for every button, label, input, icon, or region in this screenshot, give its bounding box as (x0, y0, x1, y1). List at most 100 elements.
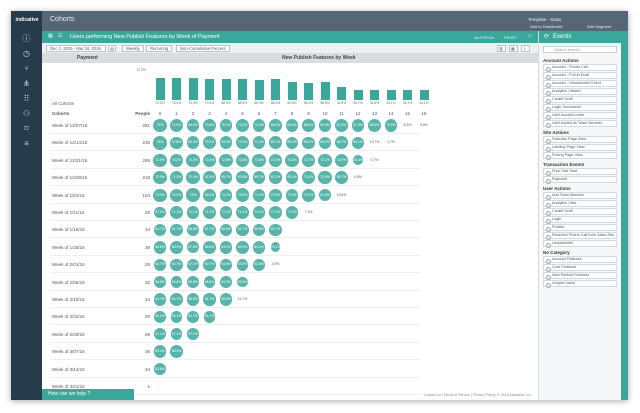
cohort-cell-value: - (159, 384, 161, 388)
sidebar: indicative ⓘ ◷ ⑂ ⋔ ⠿ ⚇ ⌑ ≡ (11, 11, 42, 400)
event-item[interactable]: Analytics Viewed (543, 88, 617, 96)
events-search-input[interactable]: Search events (543, 46, 617, 53)
summary-bar (370, 89, 379, 100)
cohort-bubble-value: 70.5% (386, 123, 396, 127)
event-item[interactable]: Account - Unsubscribe Event (543, 80, 617, 88)
event-item[interactable]: Login Successful (543, 104, 617, 112)
cohort-bubble-value: 60.7% (155, 262, 165, 267)
cohort-bubble-value: 72.4% (303, 175, 314, 180)
cohort-row-people: 34 (144, 227, 150, 233)
cohort-bubble-value: 69.0% (270, 123, 281, 127)
cohort-cell-value: 7.1% (304, 210, 313, 214)
summary-bar (221, 79, 231, 100)
autorun-toggle[interactable]: AUTORUN (474, 35, 494, 40)
cohort-bubble-value: 51.7% (188, 314, 198, 319)
cohort-bubble-value: 68.2% (320, 140, 330, 145)
grid-icon[interactable]: ▦ (48, 33, 53, 39)
summary-bar (238, 79, 247, 100)
cohort-bubble-value: 73.2% (287, 157, 297, 162)
week-column-header: 6 (257, 111, 261, 116)
event-item[interactable]: Free Trial Start (543, 168, 617, 176)
clock-icon[interactable]: ◷ (20, 48, 33, 60)
summary-bar (172, 77, 181, 100)
event-item[interactable]: Core Features (543, 264, 617, 272)
cohort-bubble-value: 70.2% (171, 157, 182, 162)
table-type-icon[interactable]: ▦ (509, 45, 518, 52)
week-column-header: 2 (191, 111, 195, 116)
add-to-dashboard[interactable]: Add to Dashboard (530, 24, 562, 29)
cohort-bubble-value: 60.7% (204, 262, 215, 267)
week-column-header: 1 (175, 111, 178, 116)
cohort-bubble-value: 68.2% (303, 140, 314, 145)
reset-button[interactable]: RESET (504, 35, 517, 40)
cohort-row-people: 30 (144, 279, 150, 285)
summary-bar-value: 73.4% (188, 101, 198, 105)
event-item[interactable]: Unique Users (543, 280, 617, 288)
cohort-bubble-value: 73.8% (254, 157, 264, 162)
interval-select[interactable]: Weekly (122, 45, 144, 52)
flow-icon[interactable]: ⋔ (20, 78, 33, 90)
collapse-icon[interactable]: ▭ (528, 33, 533, 39)
cohort-bubble-value: 78% (156, 140, 164, 145)
funnel-icon[interactable]: ⑂ (20, 63, 33, 75)
events-section-title: Transaction Events (543, 162, 585, 167)
event-item[interactable]: Publish (543, 224, 617, 232)
cohort-bubble-value: 57.1% (188, 331, 198, 336)
event-item[interactable]: Account Features (543, 256, 617, 264)
info-icon[interactable]: ⓘ (20, 33, 33, 45)
event-item[interactable]: Account - Pull-in Draft (543, 72, 617, 80)
week-column-header: 13 (371, 111, 377, 116)
event-item[interactable]: Unsubscribe (543, 240, 617, 248)
event-item[interactable]: User Added as Team Member (543, 120, 617, 128)
event-item[interactable]: Payment (543, 176, 617, 184)
cohort-row-people: 28 (144, 210, 150, 215)
event-item[interactable]: Pricing Page View (543, 152, 617, 160)
event-item[interactable]: Landing Page View (543, 144, 617, 152)
chart-type-icon[interactable]: ▥ (497, 45, 506, 52)
cohort-bubble-value: 70.3% (254, 123, 264, 127)
cohort-row-people: 28 (144, 331, 150, 337)
date-range-picker[interactable]: Dec 1, 2015 - Mar 16, 2016 (46, 45, 106, 52)
cohort-bubble-value: 70.2% (204, 140, 215, 145)
event-item[interactable]: Add Team Member (543, 192, 617, 200)
event-item[interactable]: Login (543, 216, 617, 224)
event-item[interactable]: Create Draft (543, 208, 617, 216)
cohort-bubble-value: 71.1% (171, 210, 182, 214)
cohort-bubble-value: 69.4% (155, 349, 165, 354)
list-icon[interactable]: ≡ (20, 138, 33, 150)
cohort-bubble-value: 71.1% (237, 210, 248, 214)
week-column-header: 9 (307, 111, 310, 116)
mode-select[interactable]: Recurring (146, 45, 173, 52)
event-item[interactable]: User Accepts Invite (543, 112, 617, 120)
event-item[interactable]: Receives Phone Call from Sales Rep (543, 232, 617, 240)
users-icon[interactable]: ⚇ (20, 108, 33, 120)
events-section-title: Site Actions (543, 130, 569, 135)
event-item[interactable]: Analytics View (543, 200, 617, 208)
event-item[interactable]: New Publish Features (543, 272, 617, 280)
cohort-bubble-value: 61.7% (237, 227, 248, 232)
event-item[interactable]: Create Draft (543, 96, 617, 104)
events-header: ⟳ Events (539, 31, 621, 43)
header-metric: New Publish Features by Week (282, 55, 356, 61)
bookmark-icon[interactable]: ⌑ (20, 123, 33, 135)
calendar-icon[interactable]: ▤ (108, 45, 116, 52)
metric-select[interactable]: Non-Cumulative Percent (176, 45, 230, 52)
cohort-cell-value: 1.7% (387, 140, 395, 145)
table-row-divider (50, 289, 420, 291)
events-list: Account Actions Account - Phone Call Accou… (539, 56, 621, 288)
template-select[interactable]: Template - SaaS (528, 17, 561, 22)
download-icon[interactable]: ⇩ (521, 45, 530, 52)
table-row-divider (50, 202, 420, 204)
add-segment[interactable]: Add Segment (587, 24, 611, 29)
footer-links[interactable]: Contact Us | Terms of Service | Privacy … (134, 391, 538, 400)
menu-icon[interactable]: ☰ (58, 33, 62, 39)
cohort-bubble-value: 55.1% (171, 314, 182, 319)
event-item[interactable]: Account - Phone Call (543, 64, 617, 72)
controls-bar: Dec 1, 2015 - Mar 16, 2016 ▤ Weekly Recu… (42, 43, 538, 54)
cohort-bubble-value: 69.6% (320, 123, 330, 127)
cohort-bubble-value: 69.6% (287, 123, 297, 127)
cohort-icon[interactable]: ⠿ (20, 93, 33, 105)
event-item[interactable]: Features Page View (543, 136, 617, 144)
people-column-header: People (135, 111, 150, 116)
help-button[interactable]: How can we help ? (42, 389, 134, 400)
